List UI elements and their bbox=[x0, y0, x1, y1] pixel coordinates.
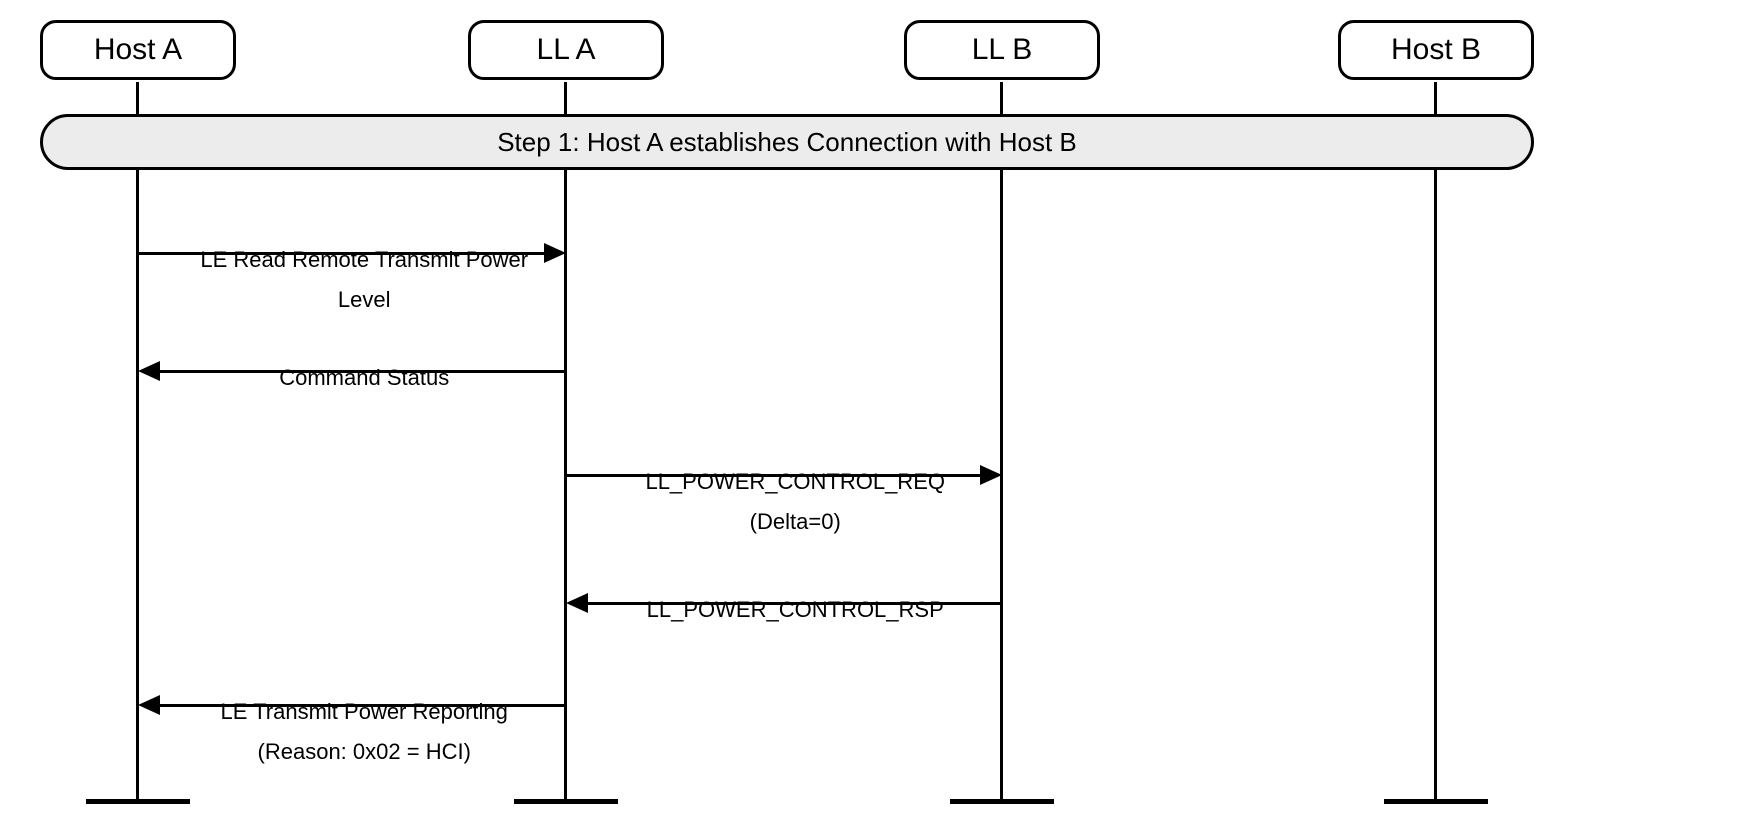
message-label: Command Status bbox=[138, 336, 566, 419]
message-arrow bbox=[160, 704, 566, 707]
participant-host-a: Host A bbox=[40, 20, 236, 80]
lifeline-end bbox=[86, 799, 190, 804]
arrow-head-icon bbox=[566, 593, 588, 613]
message-arrow bbox=[566, 474, 980, 477]
message-label: (Delta=0) bbox=[566, 480, 1000, 563]
message-label: (Reason: 0x02 = HCI) bbox=[138, 710, 566, 793]
participant-label: Host A bbox=[94, 33, 182, 66]
participant-ll-b: LL B bbox=[904, 20, 1100, 80]
lifeline-ll-b bbox=[1000, 82, 1003, 800]
participant-label: Host B bbox=[1391, 33, 1481, 66]
sequence-diagram: Host A LL A LL B Host B Step 1: Host A e… bbox=[20, 20, 1743, 804]
participant-label: LL A bbox=[537, 33, 596, 66]
lifeline-end bbox=[514, 799, 618, 804]
lifeline-end bbox=[1384, 799, 1488, 804]
participant-ll-a: LL A bbox=[468, 20, 664, 80]
message-arrow bbox=[138, 252, 544, 255]
participant-label: LL B bbox=[972, 33, 1033, 66]
step-bar-label: Step 1: Host A establishes Connection wi… bbox=[497, 127, 1077, 158]
message-label: Level bbox=[138, 258, 566, 341]
arrow-head-icon bbox=[138, 361, 160, 381]
participant-host-b: Host B bbox=[1338, 20, 1534, 80]
lifeline-end bbox=[950, 799, 1054, 804]
message-arrow bbox=[588, 602, 1002, 605]
message-arrow bbox=[160, 370, 566, 373]
lifeline-host-b bbox=[1434, 82, 1437, 800]
message-label: LL_POWER_CONTROL_RSP bbox=[566, 568, 1000, 651]
step-bar: Step 1: Host A establishes Connection wi… bbox=[40, 114, 1534, 170]
